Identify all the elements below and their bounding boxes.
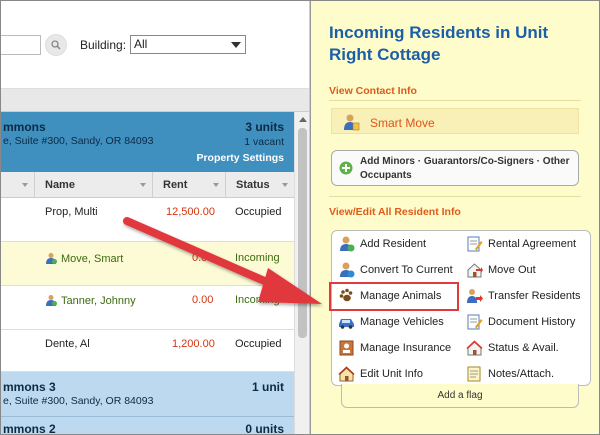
property-header[interactable]: mmons 2 0 units <box>0 416 294 435</box>
rent-value: 1,200.00 <box>172 338 215 350</box>
building-select-value: All <box>134 37 148 51</box>
resident-actions-panel: Incoming Residents in Unit Right Cottage… <box>310 0 600 435</box>
table-row[interactable]: Dente, Al 1,200.00 Occupied <box>0 330 294 372</box>
building-label: Building: <box>80 38 127 52</box>
transfer-icon <box>467 289 483 303</box>
resident-name: Prop, Multi <box>45 206 98 218</box>
building-select[interactable]: All <box>130 35 246 54</box>
view-contact-info-link[interactable]: View Contact Info <box>329 85 417 97</box>
chevron-down-icon <box>213 183 219 187</box>
resident-name: Dente, Al <box>45 338 90 350</box>
insurance-icon <box>339 340 354 356</box>
property-vacant: 1 vacant <box>244 136 284 148</box>
resident-name-link[interactable]: Tanner, Johnny <box>45 294 136 307</box>
view-edit-resident-info-link[interactable]: View/Edit All Resident Info <box>329 206 461 218</box>
scroll-up-icon[interactable] <box>299 117 307 122</box>
transfer-residents-button[interactable]: Transfer Residents <box>460 283 588 309</box>
property-address: e, Suite #300, Sandy, OR 84093 <box>3 395 154 407</box>
user-icon <box>46 253 57 264</box>
status-value: Incoming <box>235 294 280 306</box>
car-icon <box>339 319 354 329</box>
chevron-down-icon <box>231 42 241 48</box>
convert-to-current-button[interactable]: Convert To Current <box>332 257 460 283</box>
document-edit-icon <box>467 236 483 252</box>
status-avail-button[interactable]: Status & Avail. <box>460 335 588 361</box>
house-icon <box>338 366 355 382</box>
convert-user-icon <box>340 262 355 278</box>
chevron-down-icon <box>282 183 288 187</box>
property-units: 3 units <box>245 120 284 134</box>
plus-circle-icon <box>339 161 353 175</box>
move-out-icon <box>467 263 483 278</box>
add-user-icon <box>340 236 355 252</box>
table-row[interactable]: Move, Smart 0.0 Incoming <box>0 242 294 286</box>
table-row[interactable]: Tanner, Johnny 0.00 Incoming <box>0 286 294 330</box>
document-history-icon <box>467 314 483 330</box>
divider <box>329 196 581 197</box>
add-resident-button[interactable]: Add Resident <box>332 231 460 257</box>
property-units: 1 unit <box>252 380 284 394</box>
table-row[interactable]: Prop, Multi 12,500.00 Occupied <box>0 198 294 242</box>
notes-icon <box>467 366 481 382</box>
smart-move-label: Smart Move <box>370 116 435 130</box>
rent-value: 0.0 <box>192 252 208 264</box>
table-header: Name Rent Status <box>0 172 294 198</box>
rent-value: 0.00 <box>192 294 214 306</box>
divider <box>329 100 581 101</box>
move-out-button[interactable]: Move Out <box>460 257 588 283</box>
smart-move-icon <box>344 114 360 131</box>
property-units: 0 units <box>245 422 284 435</box>
scrollbar[interactable] <box>294 112 309 435</box>
toolbar-band <box>0 88 309 112</box>
resident-name-link[interactable]: Move, Smart <box>45 252 123 265</box>
filter-bar: Building: All <box>0 0 309 112</box>
manage-vehicles-button[interactable]: Manage Vehicles <box>332 309 460 335</box>
unit-list-panel: Building: All mmons e, Suite #300, Sandy… <box>0 0 310 435</box>
column-blank <box>0 172 34 198</box>
user-icon <box>46 295 57 306</box>
search-button[interactable] <box>45 34 67 56</box>
page-title: Incoming Residents in Unit Right Cottage <box>329 23 549 64</box>
house-status-icon <box>466 340 483 356</box>
scroll-thumb[interactable] <box>298 128 307 338</box>
status-value: Occupied <box>235 338 282 350</box>
property-settings-link[interactable]: Property Settings <box>196 152 284 164</box>
add-minors-label: Add Minors · Guarantors/Co-Signers · Oth… <box>360 156 570 181</box>
column-name[interactable]: Name <box>34 172 152 198</box>
rental-agreement-button[interactable]: Rental Agreement <box>460 231 588 257</box>
property-name: mmons 2 <box>3 422 56 435</box>
rent-value: 12,500.00 <box>166 206 215 218</box>
status-value: Occupied <box>235 206 282 218</box>
chevron-down-icon <box>140 183 146 187</box>
document-history-button[interactable]: Document History <box>460 309 588 335</box>
status-value: Incoming <box>235 252 280 264</box>
property-name: mmons <box>3 120 46 134</box>
property-header[interactable]: mmons 3 e, Suite #300, Sandy, OR 84093 1… <box>0 372 294 416</box>
smart-move-button[interactable]: Smart Move <box>331 108 579 134</box>
search-icon <box>51 40 61 50</box>
add-flag-button[interactable]: Add a flag <box>341 384 579 408</box>
column-rent[interactable]: Rent <box>152 172 225 198</box>
annotation-highlight <box>329 282 459 311</box>
add-minors-button[interactable]: Add Minors · Guarantors/Co-Signers · Oth… <box>331 150 579 186</box>
column-status[interactable]: Status <box>225 172 294 198</box>
property-address: e, Suite #300, Sandy, OR 84093 <box>3 135 154 147</box>
manage-insurance-button[interactable]: Manage Insurance <box>332 335 460 361</box>
search-input[interactable] <box>0 35 41 55</box>
property-name: mmons 3 <box>3 380 56 394</box>
property-header: mmons e, Suite #300, Sandy, OR 84093 3 u… <box>0 112 294 172</box>
